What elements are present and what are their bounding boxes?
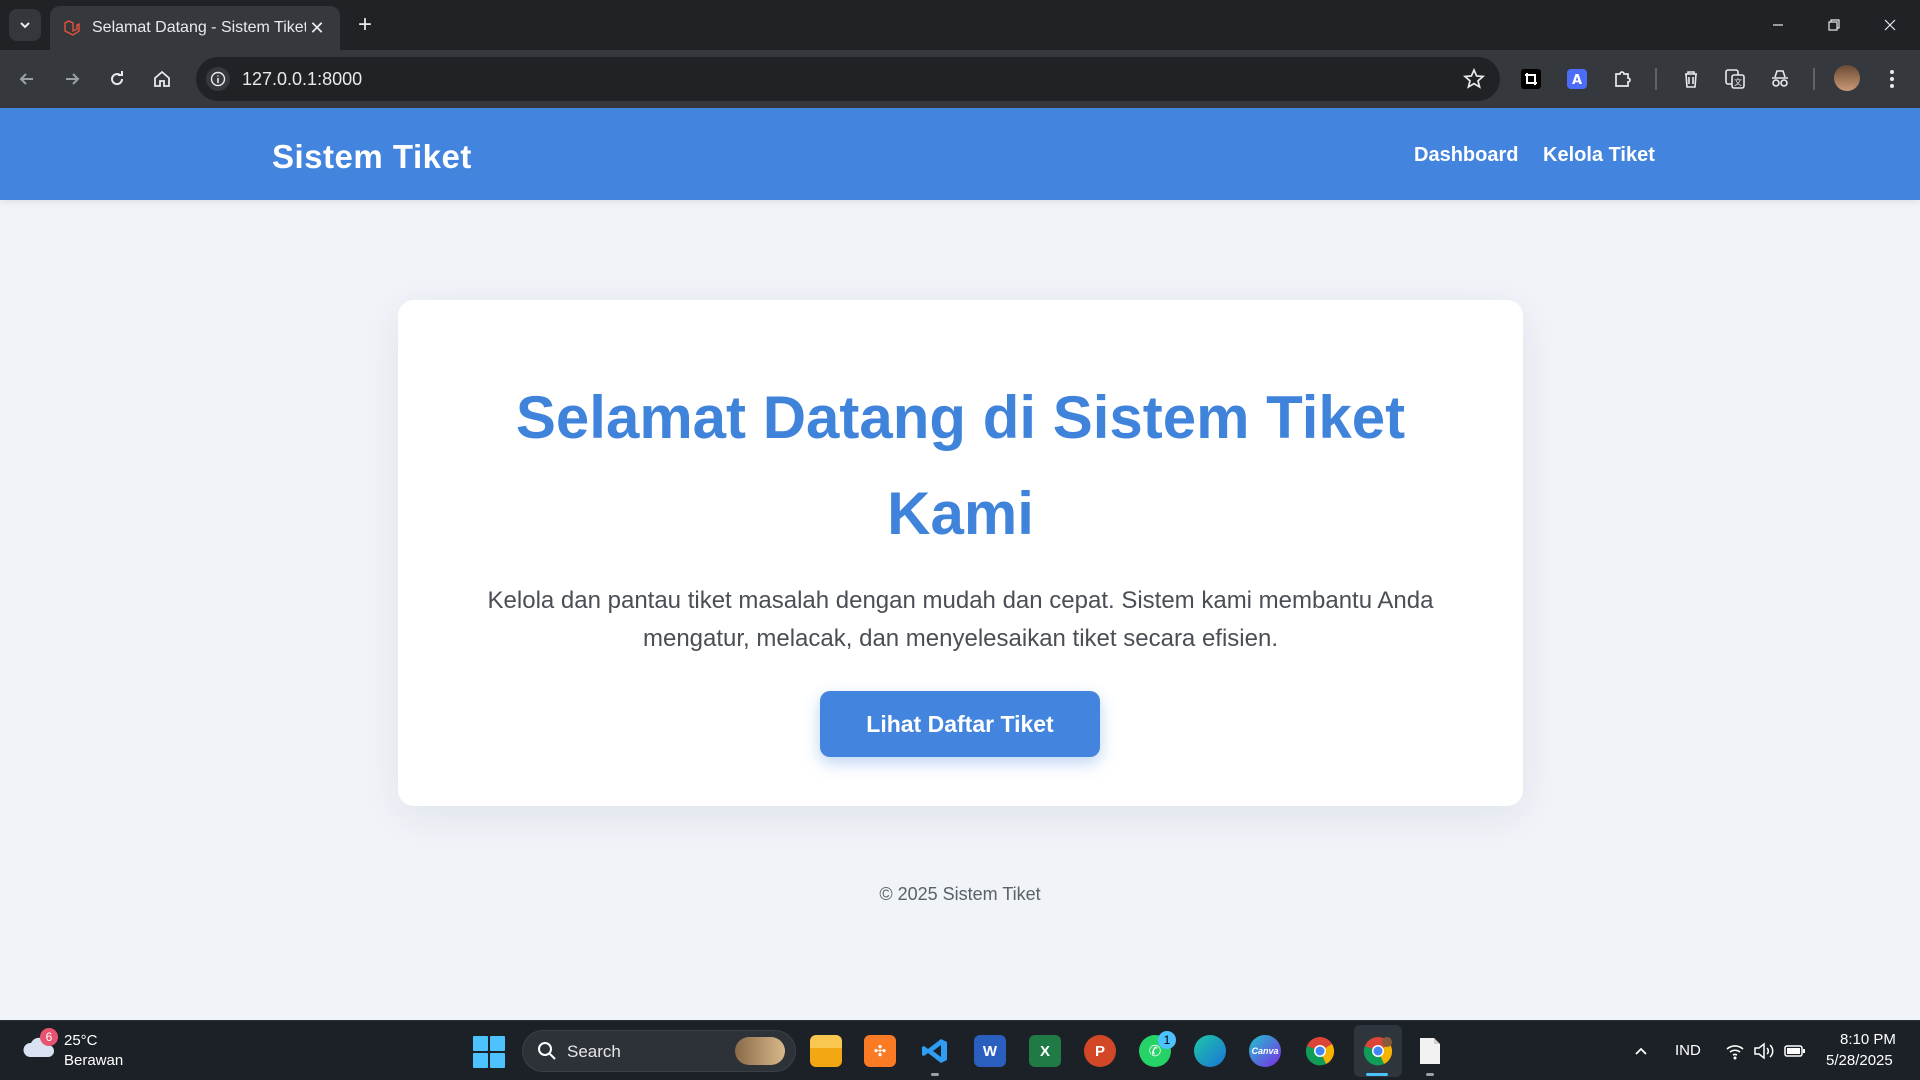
active-indicator <box>1366 1073 1388 1076</box>
hero-title-line-1: Selamat Datang di Sistem Tiket <box>515 384 1406 451</box>
windows-start-icon[interactable] <box>473 1036 505 1068</box>
site-header: Sistem Tiket Dashboard Kelola Tiket <box>0 108 1920 200</box>
running-indicator <box>1426 1073 1434 1076</box>
search-icon <box>538 1042 556 1060</box>
incognito-profile-icon[interactable] <box>1765 64 1795 94</box>
url-text[interactable]: 127.0.0.1:8000 <box>242 69 362 90</box>
file-explorer-icon[interactable] <box>810 1035 842 1067</box>
new-tab-plus-icon[interactable]: + <box>351 11 379 39</box>
excel-icon[interactable]: X <box>1029 1035 1061 1067</box>
svg-text:A: A <box>1572 73 1582 88</box>
site-info-icon[interactable] <box>206 67 230 91</box>
chrome-menu-icon[interactable] <box>1877 64 1907 94</box>
tab-close-icon[interactable]: ✕ <box>306 17 328 39</box>
view-ticket-list-button[interactable]: Lihat Daftar Tiket <box>820 691 1100 757</box>
hero-description-line-2: mengatur, melacak, dan menyelesaikan tik… <box>642 625 1278 652</box>
nav-dashboard-link[interactable]: Dashboard <box>1414 144 1518 167</box>
language-indicator[interactable]: IND <box>1675 1042 1701 1059</box>
minimize-icon[interactable] <box>1750 0 1806 50</box>
tab-search-button[interactable] <box>9 9 41 41</box>
vscode-icon[interactable] <box>919 1035 951 1067</box>
browser-toolbar: 127.0.0.1:8000 A 文 <box>0 50 1920 108</box>
extensions-puzzle-icon[interactable] <box>1608 64 1638 94</box>
battery-icon[interactable] <box>1784 1040 1806 1062</box>
svg-text:文: 文 <box>1734 77 1742 87</box>
clock-time[interactable]: 8:10 PM <box>1840 1031 1896 1048</box>
wifi-icon[interactable] <box>1724 1040 1746 1062</box>
browser-tab[interactable]: Selamat Datang - Sistem Tiket ✕ <box>50 6 340 50</box>
chevron-down-icon <box>20 22 30 29</box>
bookmark-star-icon[interactable] <box>1462 67 1486 96</box>
hero-description: Kelola dan pantau tiket masalah dengan m… <box>478 582 1443 658</box>
footer-copyright: © 2025 Sistem Tiket <box>879 884 1041 904</box>
forward-arrow-icon[interactable] <box>56 63 88 95</box>
extension-crop-icon[interactable] <box>1516 64 1546 94</box>
hero-title: Selamat Datang di Sistem Tiket Kami <box>458 370 1463 562</box>
restore-icon[interactable] <box>1806 0 1862 50</box>
running-indicator <box>931 1073 939 1076</box>
google-translate-icon[interactable]: 文 <box>1720 64 1750 94</box>
weather-temperature: 25°C <box>64 1032 98 1049</box>
search-label: Search <box>567 1042 621 1061</box>
extension-trash-icon[interactable] <box>1676 64 1706 94</box>
welcome-card: Selamat Datang di Sistem Tiket Kami Kelo… <box>398 300 1523 806</box>
close-window-icon[interactable] <box>1862 0 1918 50</box>
reload-icon[interactable] <box>101 63 133 95</box>
powerpoint-icon[interactable]: P <box>1084 1035 1116 1067</box>
clock-date[interactable]: 5/28/2025 <box>1826 1052 1893 1069</box>
show-hidden-icons-chevron-icon[interactable] <box>1630 1040 1652 1062</box>
windows-taskbar: 6 25°C Berawan Search ✣ W X P ✆ 1 Canva … <box>0 1020 1920 1080</box>
volume-icon[interactable] <box>1753 1040 1775 1062</box>
laravel-favicon-icon <box>62 18 82 38</box>
hero-description-line-1: Kelola dan pantau tiket masalah dengan m… <box>487 587 1434 614</box>
canva-icon[interactable]: Canva <box>1249 1035 1281 1067</box>
word-icon[interactable]: W <box>974 1035 1006 1067</box>
hero-title-line-2: Kami <box>887 480 1034 547</box>
toolbar-separator <box>1655 68 1657 90</box>
chrome-profile-icon[interactable] <box>1362 1035 1394 1067</box>
address-bar[interactable]: 127.0.0.1:8000 <box>196 57 1500 101</box>
taskbar-search[interactable]: Search <box>522 1030 796 1072</box>
toolbar-separator <box>1813 68 1815 90</box>
home-icon[interactable] <box>146 63 178 95</box>
weather-description: Berawan <box>64 1052 124 1069</box>
site-brand[interactable]: Sistem Tiket <box>272 138 472 176</box>
chrome-icon[interactable] <box>1304 1035 1336 1067</box>
xampp-icon[interactable]: ✣ <box>864 1035 896 1067</box>
edge-icon[interactable] <box>1194 1035 1226 1067</box>
browser-tab-bar: Selamat Datang - Sistem Tiket ✕ + <box>0 0 1920 50</box>
extension-translate-icon[interactable]: A <box>1562 64 1592 94</box>
notepad-file-icon[interactable] <box>1414 1035 1446 1067</box>
whatsapp-notification-badge: 1 <box>1158 1031 1176 1049</box>
back-arrow-icon[interactable] <box>11 63 43 95</box>
profile-avatar[interactable] <box>1834 65 1860 91</box>
search-highlight-image <box>735 1037 785 1065</box>
nav-kelola-tiket-link[interactable]: Kelola Tiket <box>1543 144 1655 167</box>
weather-notification-badge: 6 <box>40 1028 58 1046</box>
tab-title: Selamat Datang - Sistem Tiket <box>92 19 306 36</box>
